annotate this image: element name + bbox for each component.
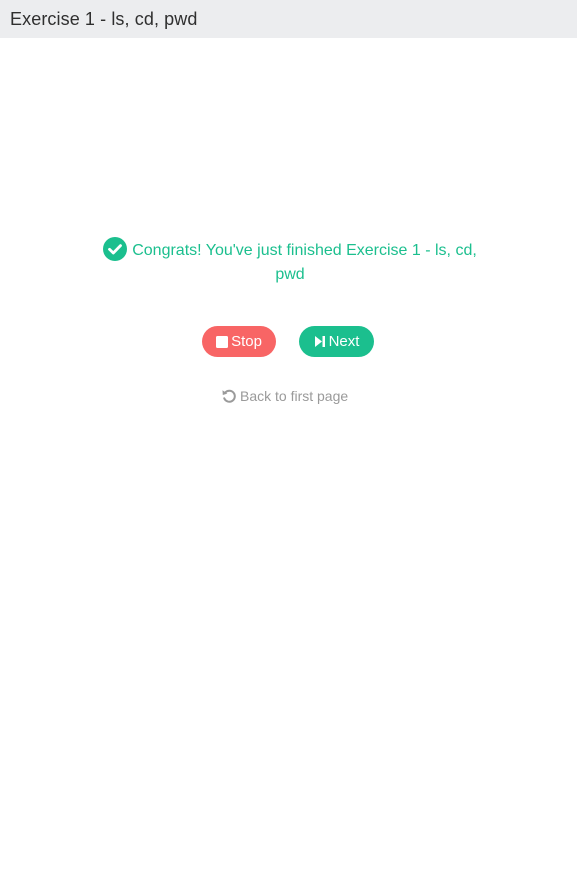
next-button[interactable]: Next (299, 326, 374, 357)
stop-button-label: Stop (231, 333, 262, 350)
step-forward-icon (314, 336, 325, 347)
back-link-label: Back to first page (240, 388, 349, 404)
back-to-first-page-link[interactable]: Back to first page (221, 388, 348, 404)
page-title: Exercise 1 - ls, cd, pwd (10, 8, 198, 29)
success-message-text: Congrats! You've just finished Exercise … (132, 242, 477, 283)
stop-button[interactable]: Stop (202, 326, 276, 357)
page-header: Exercise 1 - ls, cd, pwd (0, 0, 577, 38)
success-message: Congrats! You've just finished Exercise … (95, 237, 485, 287)
undo-icon (222, 389, 236, 403)
check-circle-icon (103, 237, 128, 261)
next-button-label: Next (328, 333, 360, 350)
stop-icon (216, 335, 229, 348)
